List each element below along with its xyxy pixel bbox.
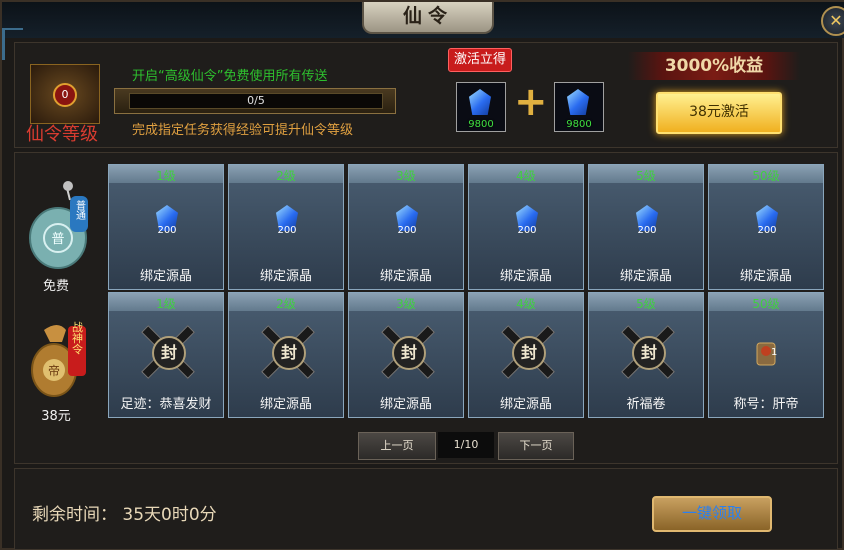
crystal-item: 200 xyxy=(625,203,669,247)
free-tier-label: 免费 xyxy=(42,279,69,294)
reward-level: 1级 xyxy=(156,169,176,183)
blue-crystal-icon xyxy=(469,89,491,115)
crystal-item: 200 xyxy=(505,203,549,247)
free-tier-icon-text: 普通 xyxy=(74,199,86,220)
window-title: 仙令 xyxy=(402,5,453,27)
prev-page-button[interactable]: 上一页 xyxy=(358,432,436,460)
reward-name: 绑定源晶 xyxy=(499,397,552,412)
level-progress-bar: 0/5 xyxy=(114,88,396,114)
paid-reward-cell[interactable]: 3级 封 绑定源晶 xyxy=(348,292,464,418)
item-amount: 200 xyxy=(277,225,297,236)
reward-level: 3级 xyxy=(396,297,416,311)
reward-level: 4级 xyxy=(516,297,536,311)
free-reward-cell[interactable]: 50级 200 绑定源晶 xyxy=(708,164,824,290)
reward-name: 称号：肝帝 xyxy=(733,397,799,412)
free-reward-cell[interactable]: 2级 200 绑定源晶 xyxy=(228,164,344,290)
activate-button[interactable]: 38元激活 xyxy=(656,92,782,134)
free-reward-cell[interactable]: 3级 200 绑定源晶 xyxy=(348,164,464,290)
reward-name: 绑定源晶 xyxy=(379,269,432,284)
paid-reward-cell[interactable]: 5级 封 祈福卷 xyxy=(588,292,704,418)
blue-crystal-icon xyxy=(567,89,589,115)
reward-name: 绑定源晶 xyxy=(379,397,432,412)
paid-tier-icon-text: 战神令 xyxy=(71,321,84,355)
reward-name: 绑定源晶 xyxy=(739,269,792,284)
reward-name: 足迹：恭喜发财 xyxy=(120,397,212,412)
reward-slot-1[interactable]: 9800 xyxy=(456,82,506,132)
remaining-time: 剩余时间： 35天0时0分 xyxy=(32,500,217,525)
item-amount: 200 xyxy=(397,225,417,236)
hint-text: 完成指定任务获得经验可提升仙令等级 xyxy=(132,123,354,138)
item-amount: 200 xyxy=(517,225,537,236)
item-amount: 200 xyxy=(637,225,657,236)
next-page-button[interactable]: 下一页 xyxy=(498,432,574,460)
reward-level: 2级 xyxy=(276,169,296,183)
reward-level: 5级 xyxy=(636,169,656,183)
reward-name: 绑定源晶 xyxy=(139,269,192,284)
paid-tier-icon-char: 帝 xyxy=(48,363,60,378)
paid-reward-cell[interactable]: 50级 1 称号：肝帝 xyxy=(708,292,824,418)
reward-level: 1级 xyxy=(156,297,176,311)
item-amount: 200 xyxy=(757,225,777,236)
reward-slot-amount: 9800 xyxy=(566,119,592,130)
seal-char: 封 xyxy=(512,336,546,370)
tier-badge-icon: 0 xyxy=(30,64,100,124)
reward-name: 祈福卷 xyxy=(626,397,666,412)
reward-name: 绑定源晶 xyxy=(619,269,672,284)
reward-name: 绑定源晶 xyxy=(499,269,552,284)
paid-tier-icon: 帝 战神令 xyxy=(26,320,90,397)
locked-seal-icon: 封 xyxy=(377,321,437,381)
remaining-time-label: 剩余时间： xyxy=(32,505,117,525)
reward-level: 5级 xyxy=(636,297,656,311)
reward-slot-amount: 9800 xyxy=(468,119,494,130)
seal-char: 封 xyxy=(152,336,186,370)
paid-reward-cell[interactable]: 2级 封 绑定源晶 xyxy=(228,292,344,418)
free-reward-cell[interactable]: 4级 200 绑定源晶 xyxy=(468,164,584,290)
progress-text: 0/5 xyxy=(247,94,265,107)
paid-tier-label: 38元 xyxy=(41,409,71,424)
locked-seal-icon: 封 xyxy=(257,321,317,381)
plus-icon: + xyxy=(514,79,548,125)
title-plate: 仙令 xyxy=(362,2,494,34)
reward-slot-2[interactable]: 9800 xyxy=(554,82,604,132)
reward-level: 2级 xyxy=(276,297,296,311)
reward-name: 绑定源晶 xyxy=(259,269,312,284)
item-amount: 1 xyxy=(771,347,778,358)
close-icon: ✕ xyxy=(829,11,843,30)
crystal-item: 200 xyxy=(385,203,429,247)
reward-level: 4级 xyxy=(516,169,536,183)
crystal-item: 200 xyxy=(745,203,789,247)
reward-level: 50级 xyxy=(752,297,780,311)
locked-seal-icon: 封 xyxy=(617,321,677,381)
crystal-item: 200 xyxy=(265,203,309,247)
remaining-time-value: 35天0时0分 xyxy=(122,505,217,525)
reward-level: 50级 xyxy=(752,169,780,183)
promo-text: 开启“高级仙令”免费使用所有传送 xyxy=(132,69,328,84)
earnings-banner: 3000%收益 xyxy=(628,52,800,80)
close-button[interactable]: ✕ xyxy=(821,6,844,36)
tier-badge-label: 仙令等级 xyxy=(26,124,98,145)
paid-reward-cell[interactable]: 4级 封 绑定源晶 xyxy=(468,292,584,418)
claim-all-button[interactable]: 一键领取 xyxy=(652,496,772,532)
locked-seal-icon: 封 xyxy=(497,321,557,381)
paid-reward-cell[interactable]: 1级 封 足迹：恭喜发财 xyxy=(108,292,224,418)
activate-tag: 激活立得 xyxy=(448,48,512,72)
item-amount: 200 xyxy=(157,225,177,236)
reward-name: 绑定源晶 xyxy=(259,397,312,412)
locked-seal-icon: 封 xyxy=(137,321,197,381)
seal-char: 封 xyxy=(392,336,426,370)
free-tier-icon: 普 普通 xyxy=(26,180,90,269)
tier-badge-value: 0 xyxy=(53,83,77,107)
page-indicator: 1/10 xyxy=(438,432,494,458)
seal-char: 封 xyxy=(272,336,306,370)
progress-track: 0/5 xyxy=(129,93,383,109)
free-reward-cell[interactable]: 5级 200 绑定源晶 xyxy=(588,164,704,290)
free-tier-icon-char: 普 xyxy=(51,232,64,247)
seal-char: 封 xyxy=(632,336,666,370)
reward-level: 3级 xyxy=(396,169,416,183)
pass-window: 仙令 ✕ 0 仙令等级 开启“高级仙令”免费使用所有传送 0/5 完成指定任务获… xyxy=(0,0,844,550)
free-reward-cell[interactable]: 1级 200 绑定源晶 xyxy=(108,164,224,290)
title-item-icon: 1 xyxy=(749,339,785,369)
crystal-item: 200 xyxy=(145,203,189,247)
